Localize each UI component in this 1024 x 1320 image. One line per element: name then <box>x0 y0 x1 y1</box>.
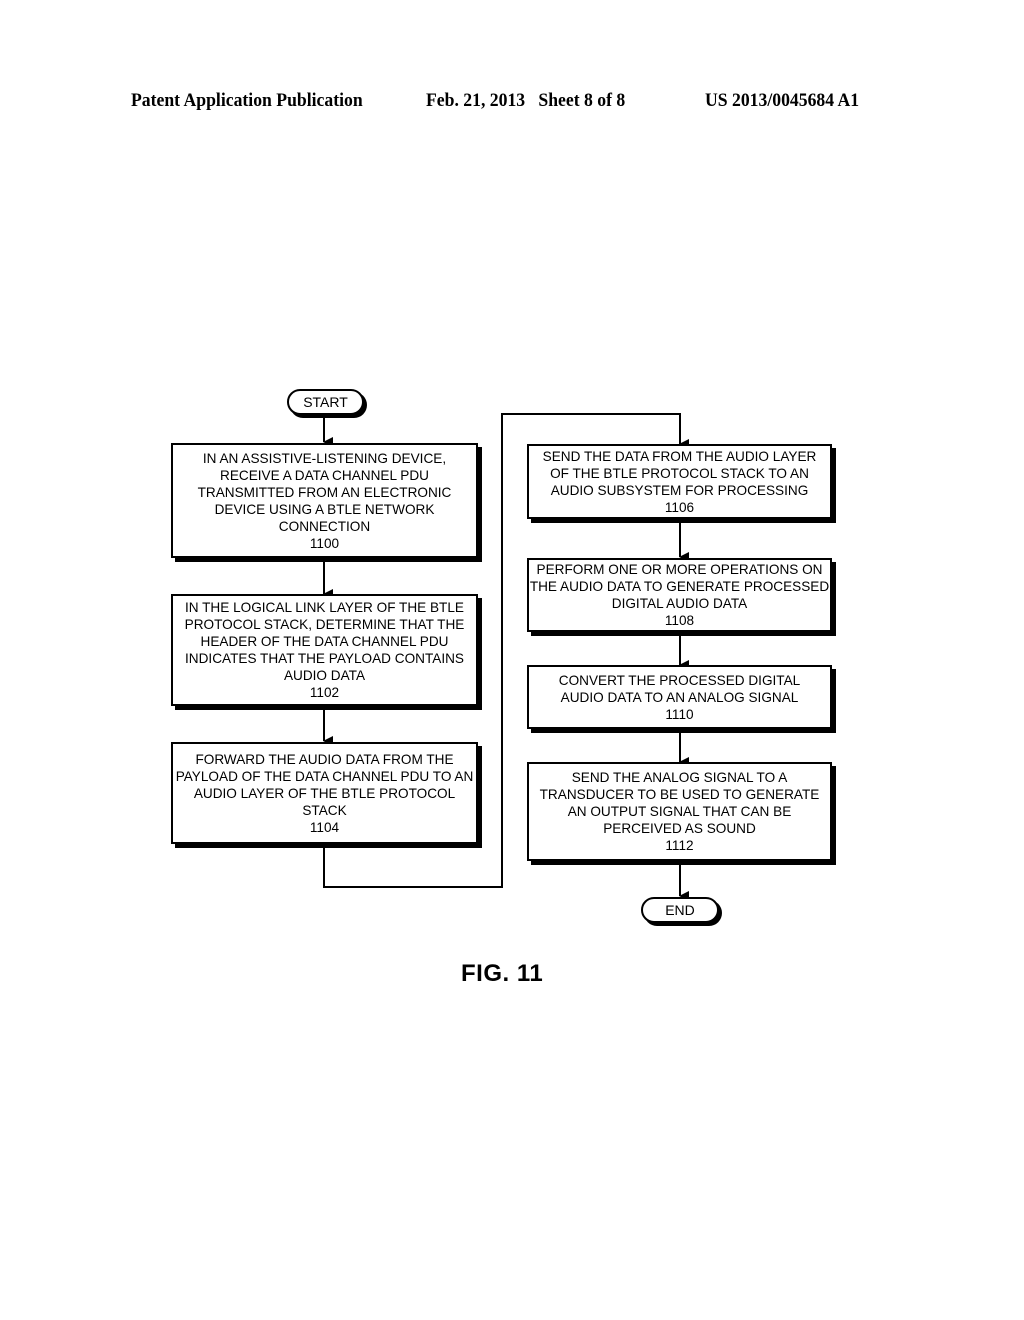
step-ref: 1110 <box>665 706 694 722</box>
step-ref: 1102 <box>309 685 340 700</box>
step-text: SEND THE DATA FROM THE AUDIO LAYER OF TH… <box>542 448 817 498</box>
figure-label: FIG. 11 <box>461 960 544 987</box>
start-terminal: START <box>287 389 364 415</box>
step-text: FORWARD THE AUDIO DATA FROM THE PAYLOAD … <box>175 751 474 818</box>
flowchart-connectors <box>323 413 689 901</box>
step-ref: 1108 <box>664 613 695 628</box>
step-ref: 1106 <box>664 499 695 515</box>
step-text: CONVERT THE PROCESSED DIGITAL AUDIO DATA… <box>558 672 801 705</box>
step-1106: SEND THE DATA FROM THE AUDIO LAYER OF TH… <box>527 444 832 519</box>
step-text: IN THE LOGICAL LINK LAYER OF THE BTLE PR… <box>184 600 465 683</box>
step-1108: PERFORM ONE OR MORE OPERATIONS ON THE AU… <box>527 558 832 632</box>
step-text: PERFORM ONE OR MORE OPERATIONS ON THE AU… <box>529 562 830 611</box>
step-1110: CONVERT THE PROCESSED DIGITAL AUDIO DATA… <box>527 665 832 729</box>
step-text: IN AN ASSISTIVE-LISTENING DEVICE, RECEIV… <box>197 450 452 534</box>
step-ref: 1100 <box>309 535 340 551</box>
step-text: SEND THE ANALOG SIGNAL TO A TRANSDUCER T… <box>539 770 820 836</box>
end-terminal: END <box>641 897 719 923</box>
step-ref: 1112 <box>665 838 694 853</box>
step-1102: IN THE LOGICAL LINK LAYER OF THE BTLE PR… <box>171 594 478 706</box>
step-1100: IN AN ASSISTIVE-LISTENING DEVICE, RECEIV… <box>171 443 478 558</box>
step-ref: 1104 <box>309 819 340 835</box>
step-1104: FORWARD THE AUDIO DATA FROM THE PAYLOAD … <box>171 742 478 844</box>
step-1112: SEND THE ANALOG SIGNAL TO A TRANSDUCER T… <box>527 762 832 861</box>
